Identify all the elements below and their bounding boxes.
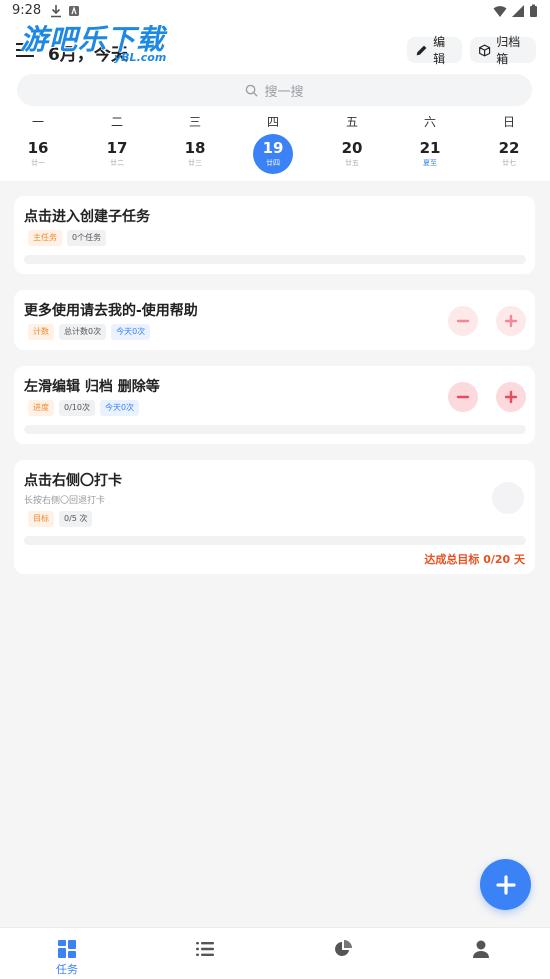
task-title: 更多使用请去我的-使用帮助	[24, 303, 198, 319]
edit-button[interactable]: 编辑	[407, 35, 462, 66]
top-panel: 9:28 6月，今天 游吧乐下载 yBL.com 编辑 归档箱 搜一搜 一 16…	[0, 0, 550, 181]
goal-count-tag: 0/5 次	[59, 511, 93, 527]
plus-icon	[504, 390, 518, 404]
task-title: 左滑编辑 归档 删除等	[24, 379, 160, 395]
total-count-tag: 总计数0次	[59, 324, 107, 340]
nav-profile[interactable]	[451, 928, 511, 979]
signal-icon	[512, 5, 524, 17]
task-subtitle: 长按右侧〇回退打卡	[24, 496, 106, 506]
task-type-tag: 目标	[28, 511, 54, 527]
increment-button[interactable]	[496, 306, 526, 336]
weekday-label: 一	[31, 115, 44, 129]
decrement-button[interactable]	[448, 382, 478, 412]
increment-button[interactable]	[496, 382, 526, 412]
calendar-day[interactable]: 五 20 廿五	[330, 114, 374, 174]
lunar-date: 廿四	[266, 159, 280, 167]
checkin-circle-button[interactable]	[492, 482, 524, 514]
archive-label: 归档箱	[496, 35, 521, 66]
task-card[interactable]: 更多使用请去我的-使用帮助 计数 总计数0次 今天0次	[14, 290, 535, 350]
plus-icon	[504, 314, 518, 328]
task-type-tag: 进度	[28, 400, 54, 416]
calendar-day[interactable]: 二 17 廿二	[95, 114, 139, 174]
status-time: 9:28	[12, 3, 42, 18]
task-card[interactable]: 左滑编辑 归档 删除等 进度 0/10次 今天0次	[14, 366, 535, 444]
task-title: 点击右侧〇打卡	[24, 473, 122, 489]
pie-chart-icon	[335, 940, 352, 956]
app-notification-icon	[69, 6, 79, 16]
day-number: 22	[498, 139, 520, 157]
day-number: 20	[341, 139, 363, 157]
goal-summary: 达成总目标 0/20 天	[424, 553, 525, 566]
weekday-label: 日	[502, 115, 515, 129]
today-count-tag: 今天0次	[111, 324, 151, 340]
battery-icon	[530, 4, 537, 17]
add-task-button[interactable]	[480, 859, 531, 910]
calendar-day[interactable]: 一 16 廿一	[16, 114, 60, 174]
user-icon	[473, 940, 489, 958]
nav-stats[interactable]	[313, 928, 373, 979]
decrement-button[interactable]	[448, 306, 478, 336]
calendar-day-today[interactable]: 四 19 廿四	[251, 114, 295, 174]
weekday-label: 六	[423, 115, 436, 129]
day-number: 19	[262, 139, 284, 157]
wifi-icon	[493, 6, 507, 17]
task-card[interactable]: 点击右侧〇打卡 长按右侧〇回退打卡 目标 0/5 次 达成总目标 0/20 天	[14, 460, 535, 574]
lunar-date: 夏至	[423, 159, 437, 167]
lunar-date: 廿三	[188, 159, 202, 167]
task-type-tag: 计数	[28, 324, 54, 340]
task-progress-bar	[24, 255, 526, 264]
weekday-label: 二	[110, 115, 123, 129]
weekday-label: 四	[266, 115, 279, 129]
weekday-label: 三	[188, 115, 201, 129]
task-count-tag: 0个任务	[67, 230, 107, 246]
day-number: 16	[27, 139, 49, 157]
archive-button[interactable]: 归档箱	[470, 35, 536, 66]
dashboard-icon	[58, 940, 76, 958]
today-count-tag: 今天0次	[99, 400, 140, 416]
plus-icon	[495, 874, 516, 895]
day-number: 18	[184, 139, 206, 157]
search-placeholder: 搜一搜	[264, 84, 304, 100]
minus-icon	[456, 395, 470, 399]
watermark-sub: yBL.com	[114, 51, 167, 64]
nav-list[interactable]	[175, 928, 235, 979]
nav-tasks[interactable]: 任务	[37, 928, 97, 979]
pencil-icon	[416, 45, 427, 55]
watermark-logo: 游吧乐下载 yBL.com	[20, 18, 190, 66]
minus-icon	[456, 319, 470, 323]
progress-count-tag: 0/10次	[59, 400, 95, 416]
weekday-label: 五	[345, 115, 358, 129]
day-number: 21	[419, 139, 441, 157]
task-title: 点击进入创建子任务	[24, 209, 150, 225]
calendar-day[interactable]: 六 21 夏至	[408, 114, 452, 174]
task-progress-bar	[24, 536, 526, 545]
bottom-nav: 任务	[0, 927, 550, 979]
task-type-tag: 主任务	[28, 230, 62, 246]
task-card[interactable]: 点击进入创建子任务 主任务 0个任务	[14, 196, 535, 274]
search-icon	[246, 84, 259, 97]
search-input[interactable]: 搜一搜	[17, 74, 532, 106]
edit-label: 编辑	[433, 35, 446, 66]
nav-tasks-label: 任务	[56, 963, 78, 976]
lunar-date: 廿二	[110, 159, 124, 167]
day-number: 17	[106, 139, 128, 157]
lunar-date: 廿一	[31, 159, 45, 167]
calendar-day[interactable]: 三 18 廿三	[173, 114, 217, 174]
lunar-date: 廿七	[502, 159, 516, 167]
calendar-day[interactable]: 日 22 廿七	[487, 114, 531, 174]
download-icon	[51, 5, 61, 18]
week-calendar: 一 16 廿一 二 17 廿二 三 18 廿三 四 19 廿四 五 20 廿五 六 21 夏…	[0, 114, 550, 176]
list-icon	[196, 942, 214, 956]
lunar-date: 廿五	[345, 159, 359, 167]
box-icon	[479, 44, 491, 56]
task-progress-bar	[24, 425, 526, 434]
